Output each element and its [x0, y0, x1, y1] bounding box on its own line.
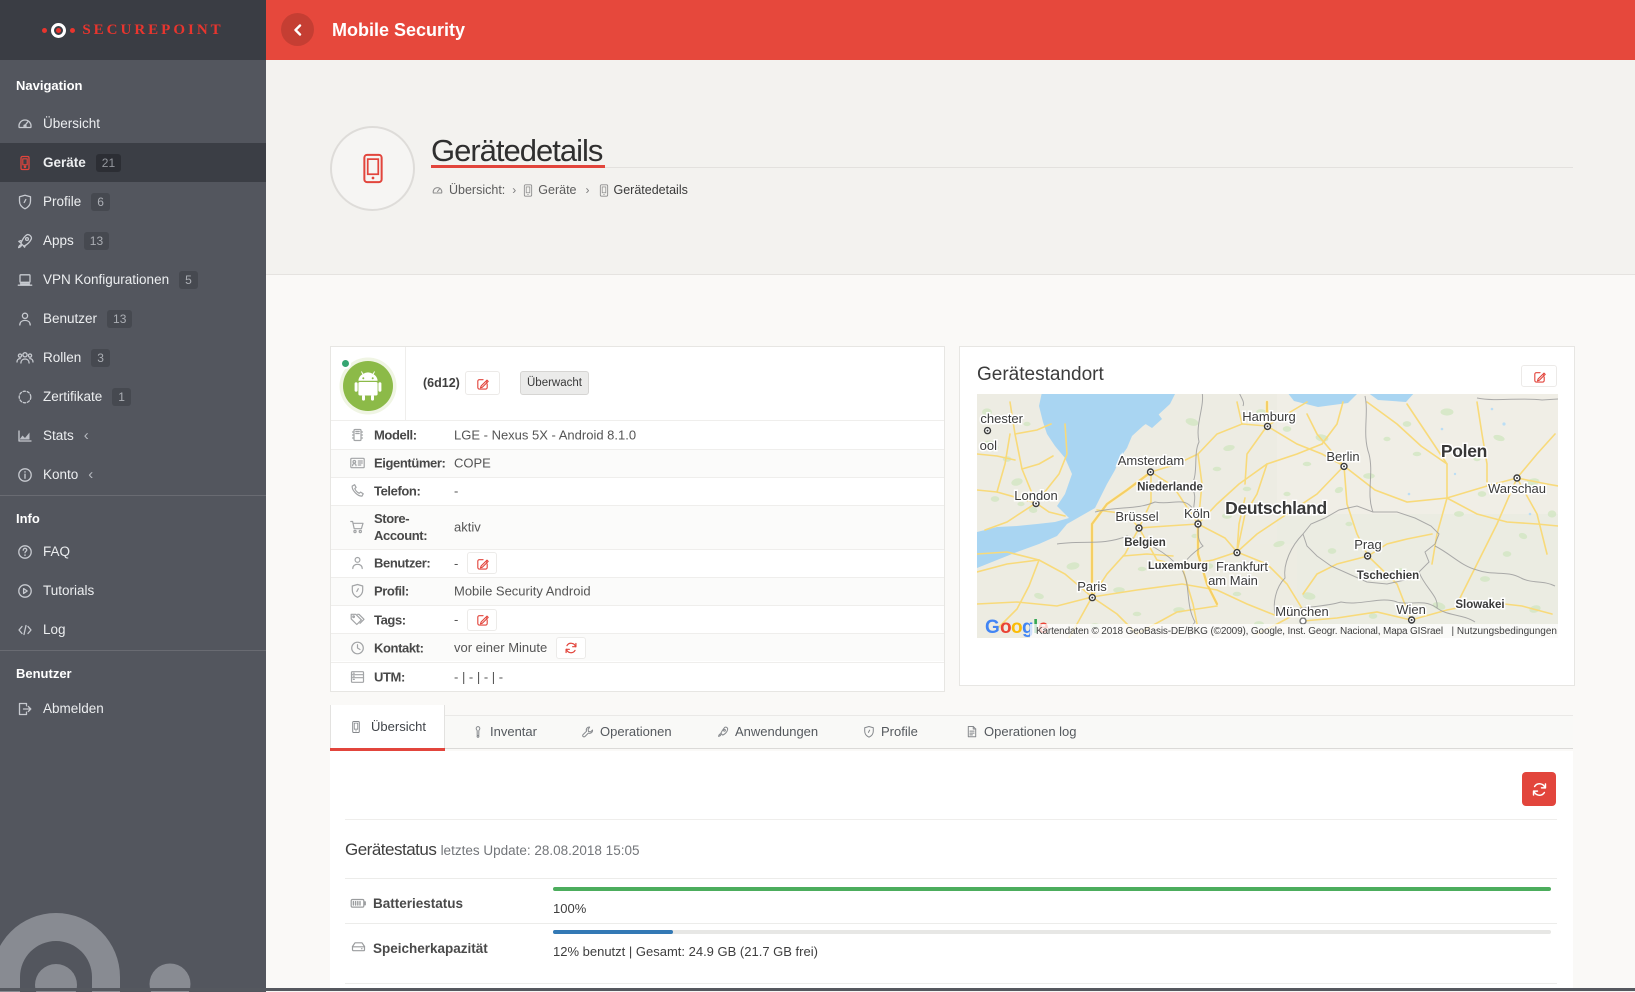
svg-text:Hamburg: Hamburg	[1242, 409, 1295, 424]
svg-text:Berlin: Berlin	[1326, 449, 1359, 464]
svg-text:chester: chester	[980, 411, 1023, 426]
svg-text:München: München	[1275, 604, 1328, 619]
svg-text:Amsterdam: Amsterdam	[1118, 453, 1184, 468]
svg-text:am Main: am Main	[1208, 573, 1258, 588]
svg-text:Warschau: Warschau	[1488, 481, 1546, 496]
svg-text:Kartendaten © 2018 GeoBasis-DE: Kartendaten © 2018 GeoBasis-DE/BKG (©200…	[1036, 626, 1443, 637]
svg-text:| Nutzungsbedingungen: | Nutzungsbedingungen	[1452, 626, 1557, 637]
svg-text:Köln: Köln	[1184, 506, 1210, 521]
svg-text:Slowakei: Slowakei	[1455, 599, 1504, 611]
svg-text:Brüssel: Brüssel	[1115, 509, 1158, 524]
svg-text:Deutschland: Deutschland	[1225, 498, 1327, 518]
svg-text:Paris: Paris	[1077, 579, 1107, 594]
svg-text:Belgien: Belgien	[1124, 537, 1166, 549]
svg-text:Tschechien: Tschechien	[1357, 570, 1419, 582]
svg-text:Prag: Prag	[1354, 537, 1381, 552]
svg-text:Luxemburg: Luxemburg	[1148, 560, 1208, 572]
svg-text:Polen: Polen	[1441, 441, 1487, 461]
svg-text:London: London	[1014, 488, 1057, 503]
svg-text:Frankfurt: Frankfurt	[1216, 559, 1268, 574]
svg-text:Niederlande: Niederlande	[1137, 482, 1203, 494]
svg-text:o: o	[1011, 617, 1023, 638]
svg-text:ool: ool	[980, 438, 997, 453]
svg-text:o: o	[1000, 617, 1012, 638]
svg-text:G: G	[985, 617, 1000, 638]
svg-text:Wien: Wien	[1396, 602, 1426, 617]
